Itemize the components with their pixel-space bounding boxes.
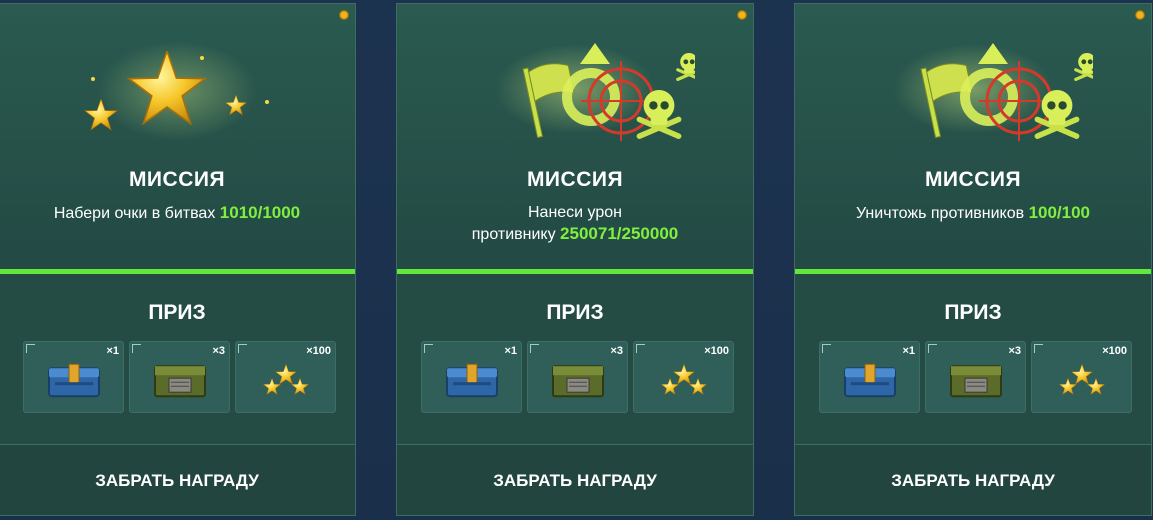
- mission-description: Нанеси урон противнику 250071/250000: [417, 202, 733, 245]
- prize-item-stars[interactable]: ×100: [1031, 341, 1132, 413]
- corner-mark: [238, 344, 247, 353]
- corner-mark: [928, 344, 937, 353]
- mission-desc-text-2: противнику: [471, 226, 556, 243]
- claim-reward-button[interactable]: ЗАБРАТЬ НАГРАДУ: [0, 445, 355, 515]
- mission-desc-text: Уничтожь противников: [855, 205, 1025, 222]
- mission-title: МИССИЯ: [526, 168, 624, 191]
- flag-target-skull-icon: [495, 43, 695, 141]
- mission-progress: 100/100: [1028, 203, 1091, 222]
- prize-title: ПРИЗ: [944, 301, 1002, 324]
- mission-desc-text: Набери очки в битвах: [53, 205, 216, 222]
- prize-item-stars[interactable]: ×100: [633, 341, 734, 413]
- mission-card-1: МИССИЯ Набери очки в битвах 1010/1000 ПР…: [0, 3, 356, 516]
- mission-icon-area: [0, 29, 355, 149]
- item-quantity: ×3: [1008, 345, 1021, 357]
- item-quantity: ×3: [610, 345, 623, 357]
- mission-progress: 250071/250000: [560, 224, 679, 243]
- corner-mark: [636, 344, 645, 353]
- stars-icon: [262, 364, 309, 395]
- prize-item-blue-container[interactable]: ×1: [23, 341, 124, 413]
- item-quantity: ×1: [106, 345, 119, 357]
- notification-dot: [1135, 10, 1145, 20]
- mission-icon-area: [397, 29, 753, 149]
- green-container-icon: [551, 365, 604, 398]
- blue-container-icon: [445, 363, 498, 398]
- claim-reward-button[interactable]: ЗАБРАТЬ НАГРАДУ: [795, 445, 1151, 515]
- stars-icon: [1058, 364, 1105, 395]
- notification-dot: [737, 10, 747, 20]
- prize-item-green-container[interactable]: ×3: [129, 341, 230, 413]
- prize-item-green-container[interactable]: ×3: [527, 341, 628, 413]
- mission-title: МИССИЯ: [128, 168, 226, 191]
- flag-target-skull-icon: [893, 43, 1093, 141]
- mission-icon-area: [795, 29, 1151, 149]
- mission-description: Уничтожь противников 100/100: [815, 202, 1131, 224]
- green-container-icon: [949, 365, 1002, 398]
- item-quantity: ×100: [306, 345, 331, 357]
- star-icon: [84, 41, 269, 141]
- prize-items: ×1 ×3 ×100: [23, 341, 339, 413]
- corner-mark: [530, 344, 539, 353]
- item-quantity: ×1: [504, 345, 517, 357]
- mission-title: МИССИЯ: [924, 168, 1022, 191]
- notification-dot: [339, 10, 349, 20]
- prize-title: ПРИЗ: [546, 301, 604, 324]
- prize-items: ×1 ×3 ×100: [819, 341, 1135, 413]
- corner-mark: [822, 344, 831, 353]
- blue-container-icon: [843, 363, 896, 398]
- item-quantity: ×100: [1102, 345, 1127, 357]
- corner-mark: [424, 344, 433, 353]
- prize-item-blue-container[interactable]: ×1: [819, 341, 920, 413]
- green-container-icon: [153, 365, 206, 398]
- corner-mark: [1034, 344, 1043, 353]
- item-quantity: ×3: [212, 345, 225, 357]
- prize-title: ПРИЗ: [148, 301, 206, 324]
- prize-item-blue-container[interactable]: ×1: [421, 341, 522, 413]
- stars-icon: [660, 364, 707, 395]
- claim-reward-button[interactable]: ЗАБРАТЬ НАГРАДУ: [397, 445, 753, 515]
- prize-item-stars[interactable]: ×100: [235, 341, 336, 413]
- blue-container-icon: [47, 363, 100, 398]
- corner-mark: [132, 344, 141, 353]
- mission-progress: 1010/1000: [219, 203, 301, 222]
- prize-item-green-container[interactable]: ×3: [925, 341, 1026, 413]
- corner-mark: [26, 344, 35, 353]
- prize-items: ×1 ×3 ×100: [421, 341, 737, 413]
- mission-card-2: МИССИЯ Нанеси урон противнику 250071/250…: [396, 3, 754, 516]
- mission-desc-text: Нанеси урон: [527, 204, 623, 221]
- mission-card-3: МИССИЯ Уничтожь противников 100/100 ПРИЗ…: [794, 3, 1152, 516]
- item-quantity: ×1: [902, 345, 915, 357]
- mission-description: Набери очки в битвах 1010/1000: [19, 202, 335, 224]
- item-quantity: ×100: [704, 345, 729, 357]
